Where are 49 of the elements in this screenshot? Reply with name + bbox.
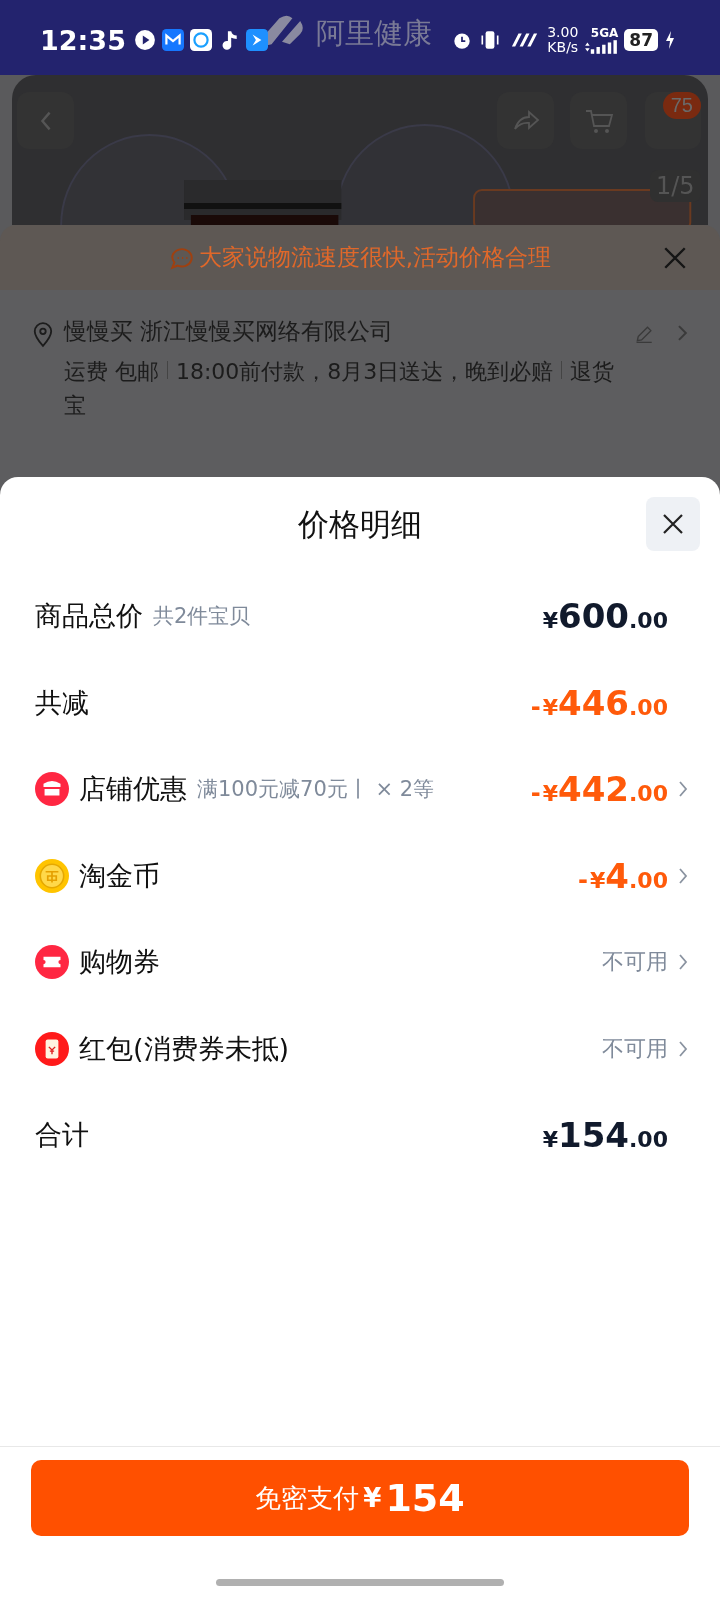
delivery-info: 运费 包邮 18:00前付款，8月3日送达，晚到必赔 退货宝 (63, 358, 616, 420)
close-icon (661, 512, 685, 536)
row-note: 满100元减70元丨 × 2等 (197, 776, 435, 804)
close-icon[interactable] (662, 245, 688, 271)
row-note: 共2件宝贝 (153, 603, 251, 631)
pay-button[interactable]: 免密支付¥154 (31, 1460, 689, 1536)
row-label: 淘金币 (79, 858, 160, 893)
network-type: 5GA (590, 26, 619, 40)
ticket-icon (35, 945, 69, 980)
unavailable-text: 不可用 (602, 948, 668, 977)
close-button[interactable] (646, 497, 700, 551)
envelope-icon (35, 1031, 69, 1066)
message-button[interactable]: 75 (645, 92, 701, 149)
row-label: 合计 (35, 1118, 89, 1153)
mail-app-icon (161, 29, 184, 51)
play-icon (133, 29, 156, 51)
chevron-right-icon[interactable] (678, 1039, 688, 1058)
unavailable-text: 不可用 (602, 1034, 668, 1063)
price-amount: -¥446.00 (530, 682, 668, 723)
chevron-right-icon[interactable] (678, 866, 688, 885)
back-icon (39, 110, 52, 131)
sheet-title: 价格明细 (298, 505, 422, 544)
banner-text: 大家说物流速度很快,活动价格合理 (198, 243, 552, 272)
address-name: 慢慢买 浙江慢慢买网络有限公司 (63, 317, 395, 346)
coin-icon (35, 858, 69, 893)
cart-button[interactable] (570, 92, 627, 149)
price-amount: ¥154.00 (542, 1115, 668, 1156)
row-label: 购物券 (79, 945, 160, 980)
row-label: 商品总价 (35, 599, 143, 634)
battery-level: 87 (624, 29, 658, 51)
charging-icon (664, 29, 676, 51)
store-name: 阿里健康 (316, 15, 432, 52)
speed-value: 3.00 (547, 25, 579, 40)
location-pin-icon (32, 320, 54, 350)
row-label: 共减 (35, 685, 89, 720)
row-label: 红包(消费券未抵) (79, 1031, 290, 1066)
speed-unit: KB/s (547, 40, 579, 55)
share-button[interactable] (497, 92, 554, 149)
store-icon (35, 772, 69, 807)
signal-icon (584, 39, 619, 54)
price-amount: -¥442.00 (530, 769, 668, 810)
chevron-right-icon[interactable] (678, 953, 688, 972)
chevron-right-icon[interactable] (678, 780, 688, 799)
count-badge: 75 (662, 92, 701, 119)
row-label: 店铺优惠 (79, 772, 187, 807)
price-amount: ¥600.00 (542, 596, 668, 637)
status-time: 12:35 (40, 24, 126, 56)
vibrate-icon (479, 29, 502, 51)
price-amount: -¥4.00 (578, 855, 668, 896)
